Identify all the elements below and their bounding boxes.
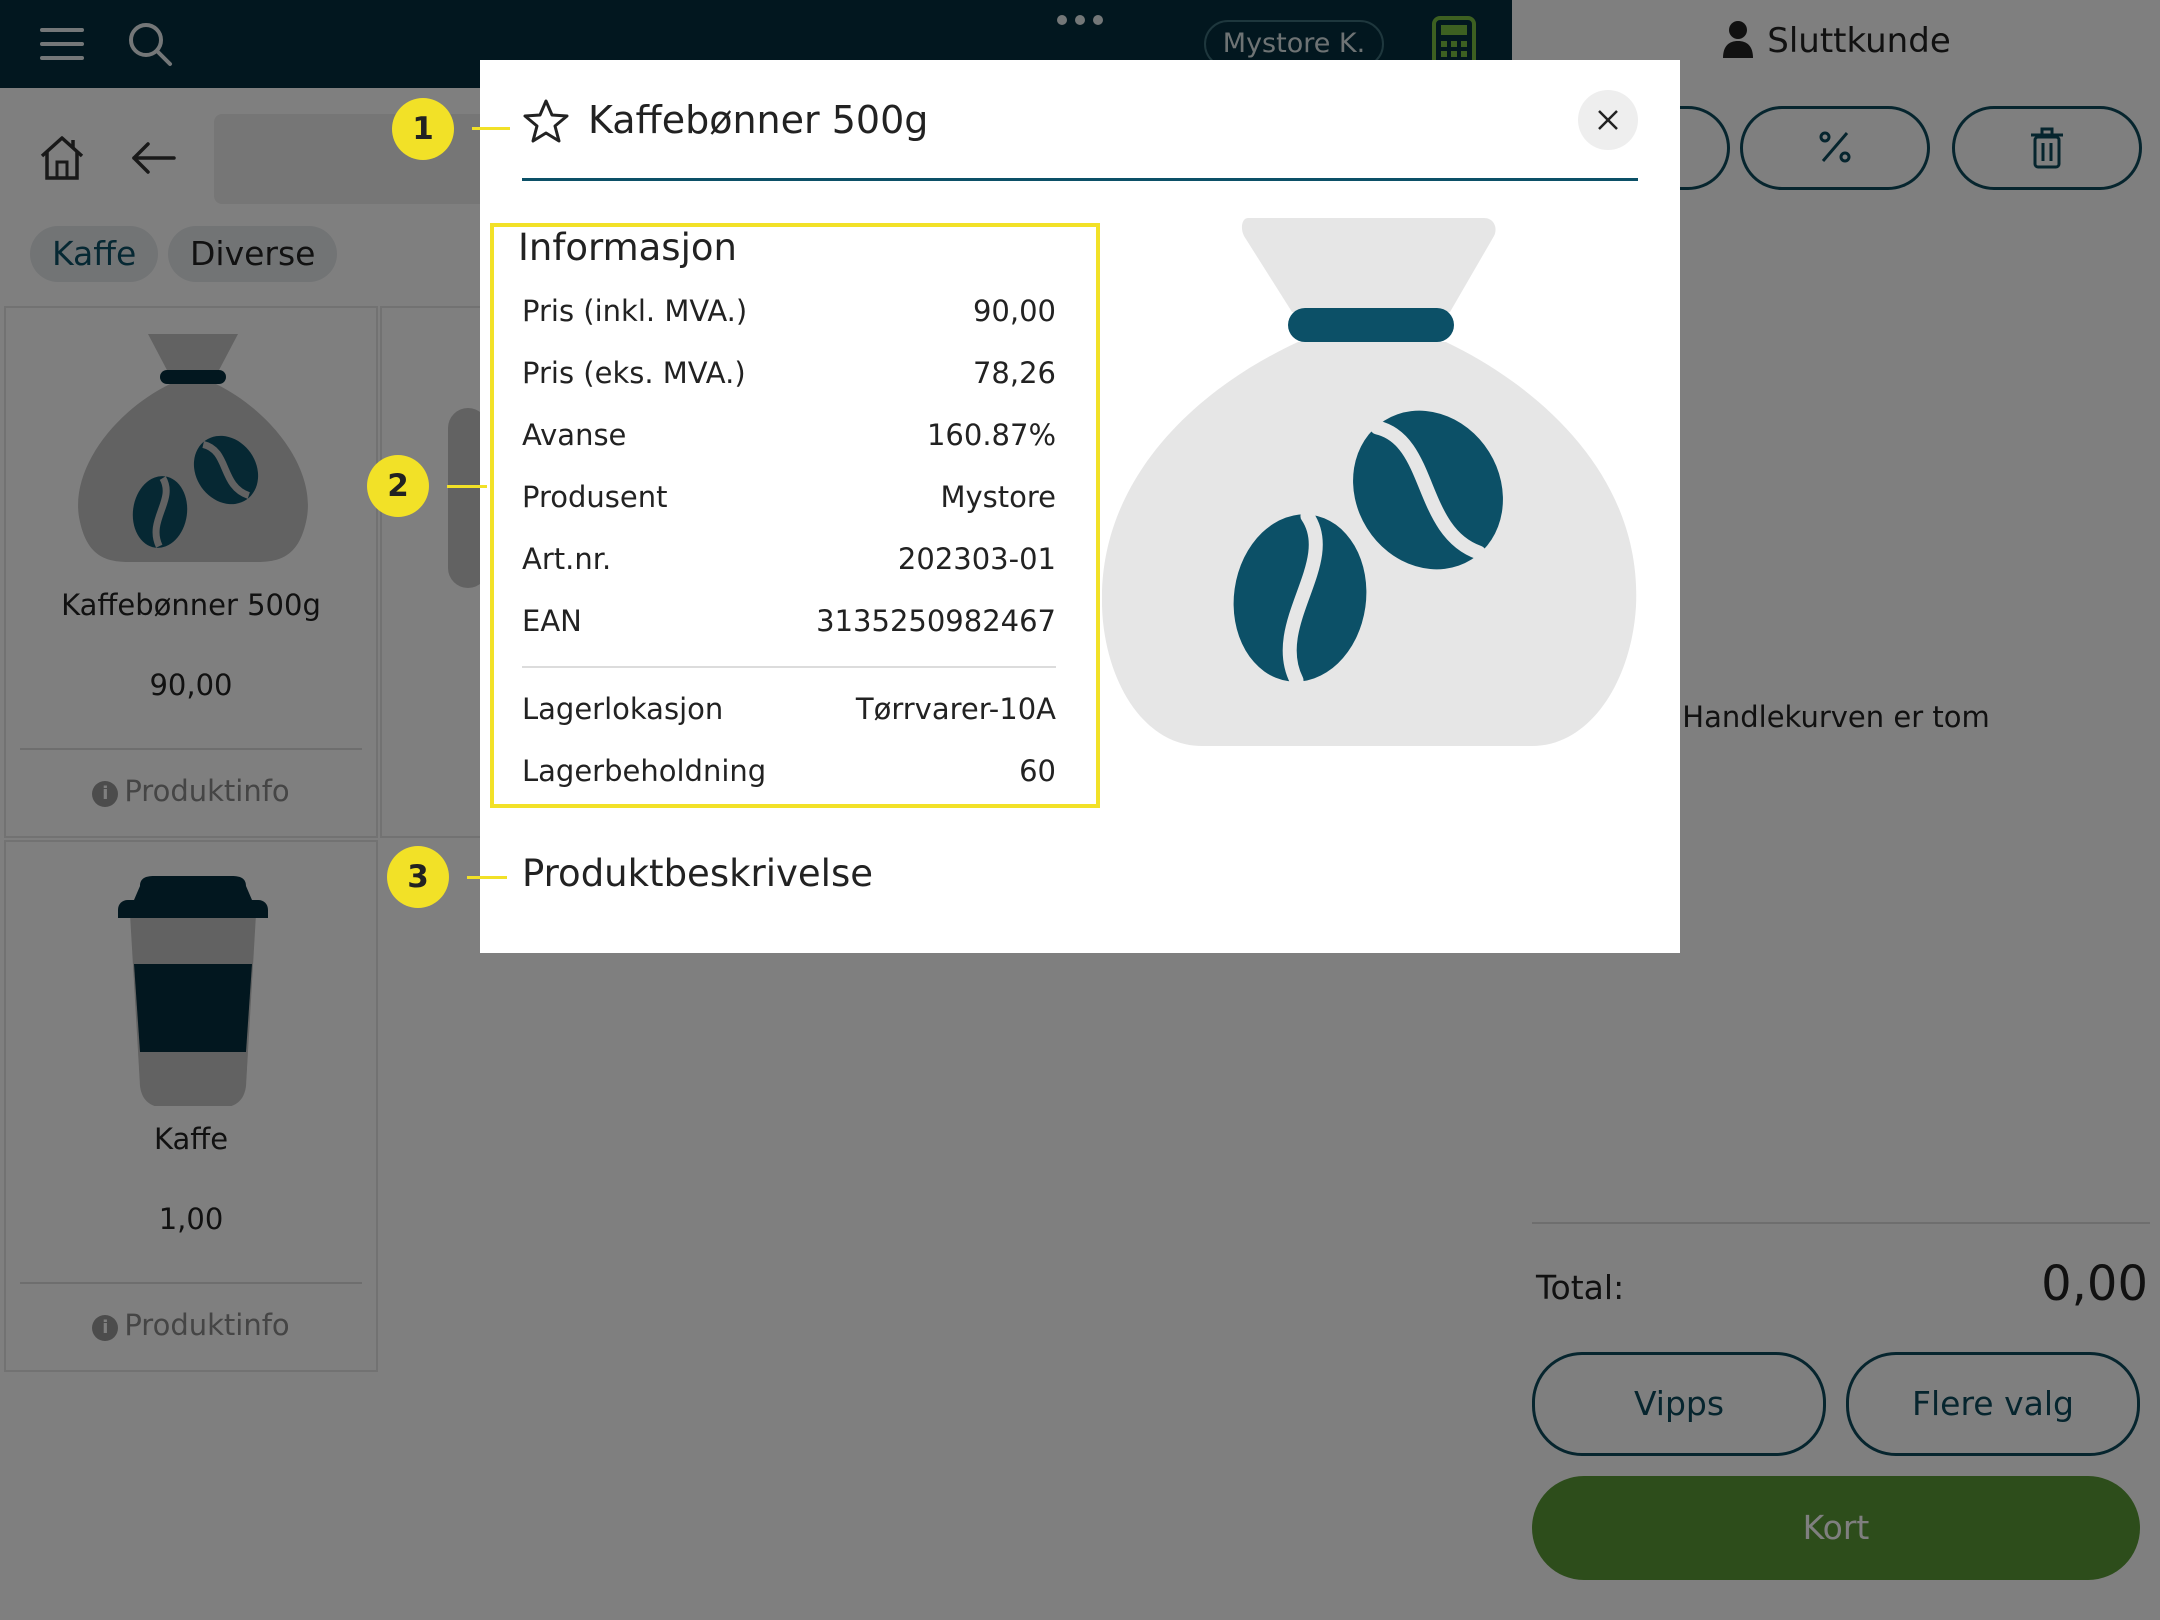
modal-title: Kaffebønner 500g [588, 98, 929, 142]
info-label: Pris (eks. MVA.) [522, 356, 746, 390]
callout-badge-2: 2 [367, 455, 429, 517]
close-icon [1598, 110, 1618, 130]
close-button[interactable] [1578, 90, 1638, 150]
info-row-article-number: Art.nr. 202303-01 [522, 542, 1056, 582]
info-divider [522, 666, 1056, 668]
callout-line [472, 127, 510, 130]
info-row-stock-quantity: Lagerbeholdning 60 [522, 754, 1056, 794]
star-favorite-icon[interactable] [522, 98, 570, 144]
info-label: Avanse [522, 418, 627, 452]
info-label: Produsent [522, 480, 668, 514]
info-label: EAN [522, 604, 582, 638]
info-value: 202303-01 [897, 542, 1056, 576]
callout-line [447, 485, 487, 488]
info-label: Art.nr. [522, 542, 612, 576]
coffee-bag-icon [1102, 218, 1637, 746]
info-label: Pris (inkl. MVA.) [522, 294, 748, 328]
info-label: Lagerbeholdning [522, 754, 767, 788]
info-value: 78,26 [972, 356, 1056, 390]
callout-badge-3: 3 [387, 846, 449, 908]
info-value: 90,00 [972, 294, 1056, 328]
info-row-producer: Produsent Mystore [522, 480, 1056, 520]
callout-line [467, 876, 507, 879]
information-heading: Informasjon [518, 226, 737, 269]
product-description-heading: Produktbeskrivelse [522, 852, 873, 895]
info-value: 3135250982467 [816, 604, 1056, 638]
info-value: 60 [1019, 754, 1056, 788]
info-row-margin: Avanse 160.87% [522, 418, 1056, 458]
info-value: Tørrvarer-10A [855, 692, 1056, 726]
info-row-ean: EAN 3135250982467 [522, 604, 1056, 644]
info-value: Mystore [940, 480, 1056, 514]
product-info-modal: Kaffebønner 500g Informasjon Pris (inkl.… [480, 60, 1680, 953]
info-value: 160.87% [926, 418, 1056, 452]
info-row-stock-location: Lagerlokasjon Tørrvarer-10A [522, 692, 1056, 732]
info-row-price-incl-vat: Pris (inkl. MVA.) 90,00 [522, 294, 1056, 334]
callout-badge-1: 1 [392, 98, 454, 160]
info-label: Lagerlokasjon [522, 692, 724, 726]
modal-header-divider [522, 178, 1638, 181]
info-row-price-excl-vat: Pris (eks. MVA.) 78,26 [522, 356, 1056, 396]
